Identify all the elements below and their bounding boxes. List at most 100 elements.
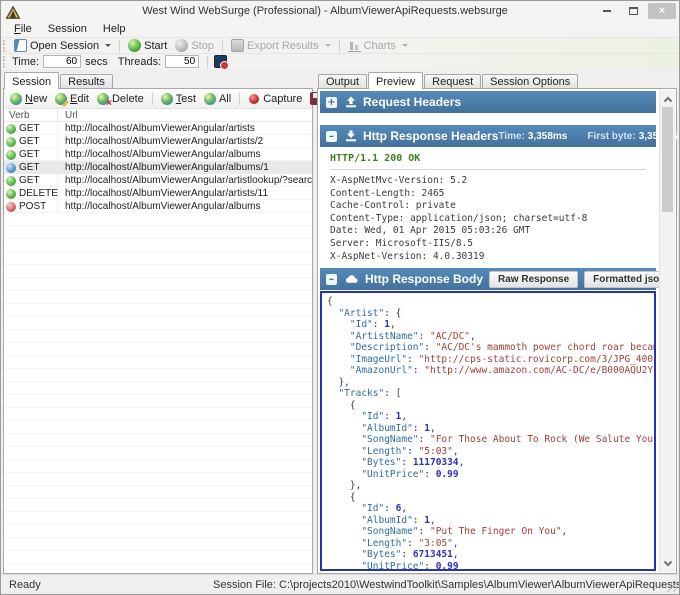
- expand-icon[interactable]: +: [326, 97, 337, 108]
- right-tabstrip: OutputPreviewRequestSession Options: [317, 71, 677, 88]
- response-headers-section-bar[interactable]: – Http Response Headers Time:3,358ms Fir…: [320, 125, 656, 147]
- response-header-line: X-AspNetMvc-Version: 5.2: [330, 175, 646, 188]
- response-body-json-viewer[interactable]: { "Artist": { "Id": 1, "ArtistName": "AC…: [320, 291, 656, 571]
- upload-icon: [345, 96, 357, 108]
- request-url: http://localhost/AlbumViewerAngular/arti…: [58, 136, 312, 147]
- collapse-icon[interactable]: –: [326, 274, 337, 285]
- toolbar-grip[interactable]: [3, 56, 7, 68]
- open-session-icon: [14, 39, 27, 52]
- request-row[interactable]: GEThttp://localhost/AlbumViewerAngular/a…: [4, 148, 312, 161]
- all-button[interactable]: All: [200, 92, 235, 106]
- button-label: New: [25, 93, 47, 105]
- separator: [239, 93, 240, 105]
- preview-tab-page: + Request Headers – Http Response Header…: [317, 88, 677, 574]
- status-ready: Ready: [9, 579, 41, 591]
- stop-button[interactable]: Stop: [171, 38, 218, 53]
- json-line: "Bytes": 11170334,: [327, 457, 654, 469]
- response-header-line: Content-Type: application/json; charset=…: [330, 213, 646, 226]
- start-button[interactable]: Start: [124, 38, 171, 53]
- scroll-down-button[interactable]: [660, 557, 675, 572]
- export-results-button[interactable]: Export Results: [227, 38, 335, 53]
- window-title: West Wind WebSurge (Professional) - Albu…: [61, 5, 589, 17]
- status-bar: Ready Session File: C:\projects2010\West…: [1, 574, 679, 594]
- json-line: "Bytes": 6713451,: [327, 549, 654, 561]
- json-line: "AlbumId": 1,: [327, 515, 654, 527]
- start-icon: [128, 39, 141, 52]
- tab-preview[interactable]: Preview: [368, 72, 423, 89]
- dropdown-caret-icon[interactable]: [402, 44, 408, 47]
- json-line: {: [327, 296, 654, 308]
- menu-bar: FileSessionHelp: [1, 21, 679, 37]
- button-label: All: [219, 93, 231, 105]
- session-file-path: Session File: C:\projects2010\WestwindTo…: [213, 579, 680, 591]
- delete-button[interactable]: Delete: [93, 92, 148, 106]
- response-headers-content: HTTP/1.1 200 OK X-AspNetMvc-Version: 5.2…: [320, 147, 656, 268]
- globe-delete-icon: [97, 93, 109, 105]
- cloud-icon: [345, 273, 359, 285]
- tab-request[interactable]: Request: [424, 74, 481, 88]
- close-button[interactable]: ×: [648, 3, 676, 19]
- column-header-url[interactable]: Url: [58, 110, 312, 121]
- tab-output[interactable]: Output: [318, 74, 367, 88]
- request-row[interactable]: GEThttp://localhost/AlbumViewerAngular/a…: [4, 122, 312, 135]
- globe-green-icon: [6, 189, 16, 199]
- open-session-button[interactable]: Open Session: [10, 38, 115, 53]
- threads-input[interactable]: [165, 55, 199, 68]
- time-input[interactable]: [43, 55, 81, 68]
- request-verb-cell: DELETE: [4, 187, 58, 200]
- new-button[interactable]: New: [6, 92, 51, 106]
- request-verb-cell: POST: [4, 200, 58, 213]
- dropdown-caret-icon[interactable]: [325, 44, 331, 47]
- menu-file[interactable]: File: [6, 22, 40, 36]
- globe-blue-icon: [6, 163, 16, 173]
- section-title: Request Headers: [363, 95, 461, 109]
- response-body-section-bar[interactable]: – Http Response Body Raw ResponseFormatt…: [320, 268, 656, 290]
- globe-red-icon: [6, 202, 16, 212]
- dropdown-caret-icon[interactable]: [105, 44, 111, 47]
- separator: [152, 93, 153, 105]
- json-line: "AmazonUrl": "http://www.amazon.com/AC-D…: [327, 365, 654, 377]
- json-line: "AlbumId": 1,: [327, 423, 654, 435]
- vertical-scrollbar[interactable]: [659, 90, 675, 572]
- divider: [330, 169, 646, 170]
- scrollbar-thumb[interactable]: [662, 107, 673, 212]
- json-line: "Tracks": [: [327, 388, 654, 400]
- json-line: {: [327, 400, 654, 412]
- request-verb: GET: [19, 162, 40, 173]
- menu-session[interactable]: Session: [40, 22, 95, 36]
- menu-help[interactable]: Help: [95, 22, 134, 36]
- request-row[interactable]: GEThttp://localhost/AlbumViewerAngular/a…: [4, 174, 312, 187]
- separator: [339, 40, 340, 52]
- minimize-button[interactable]: [596, 4, 618, 18]
- charts-button[interactable]: Charts: [344, 38, 412, 53]
- test-button[interactable]: Test: [157, 92, 200, 106]
- button-label: Charts: [364, 40, 396, 52]
- request-row[interactable]: POSThttp://localhost/AlbumViewerAngular/…: [4, 200, 312, 213]
- json-line: "Id": 1,: [327, 411, 654, 423]
- request-url: http://localhost/AlbumViewerAngular/albu…: [58, 149, 312, 160]
- request-row[interactable]: DELETEhttp://localhost/AlbumViewerAngula…: [4, 187, 312, 200]
- capture-button[interactable]: Capture: [244, 92, 306, 106]
- collapse-icon[interactable]: –: [326, 131, 337, 142]
- tab-results[interactable]: Results: [60, 74, 113, 88]
- toolbar-grip[interactable]: [3, 40, 7, 52]
- json-line: {: [327, 492, 654, 504]
- request-verb: POST: [19, 201, 46, 212]
- scroll-up-button[interactable]: [660, 90, 675, 105]
- request-headers-section-bar[interactable]: + Request Headers: [320, 91, 656, 113]
- column-header-verb[interactable]: Verb: [4, 109, 58, 121]
- request-row[interactable]: GEThttp://localhost/AlbumViewerAngular/a…: [4, 135, 312, 148]
- main-toolbar: Open Session StartStop Export Results Chart…: [1, 37, 679, 53]
- record-icon: [249, 94, 259, 104]
- edit-button[interactable]: Edit: [51, 92, 93, 106]
- monitor-icon[interactable]: [214, 55, 227, 68]
- globe-green-icon: [6, 176, 16, 186]
- button-label: Edit: [70, 93, 89, 105]
- tab-session[interactable]: Session: [4, 72, 59, 89]
- request-row[interactable]: GEThttp://localhost/AlbumViewerAngular/a…: [4, 161, 312, 174]
- raw-response-button[interactable]: Raw Response: [489, 271, 578, 288]
- maximize-button[interactable]: [622, 4, 644, 18]
- response-body-view-buttons: Raw ResponseFormatted jsonViewer: [483, 271, 680, 288]
- tab-session-options[interactable]: Session Options: [482, 74, 578, 88]
- json-line: "Id": 6,: [327, 503, 654, 515]
